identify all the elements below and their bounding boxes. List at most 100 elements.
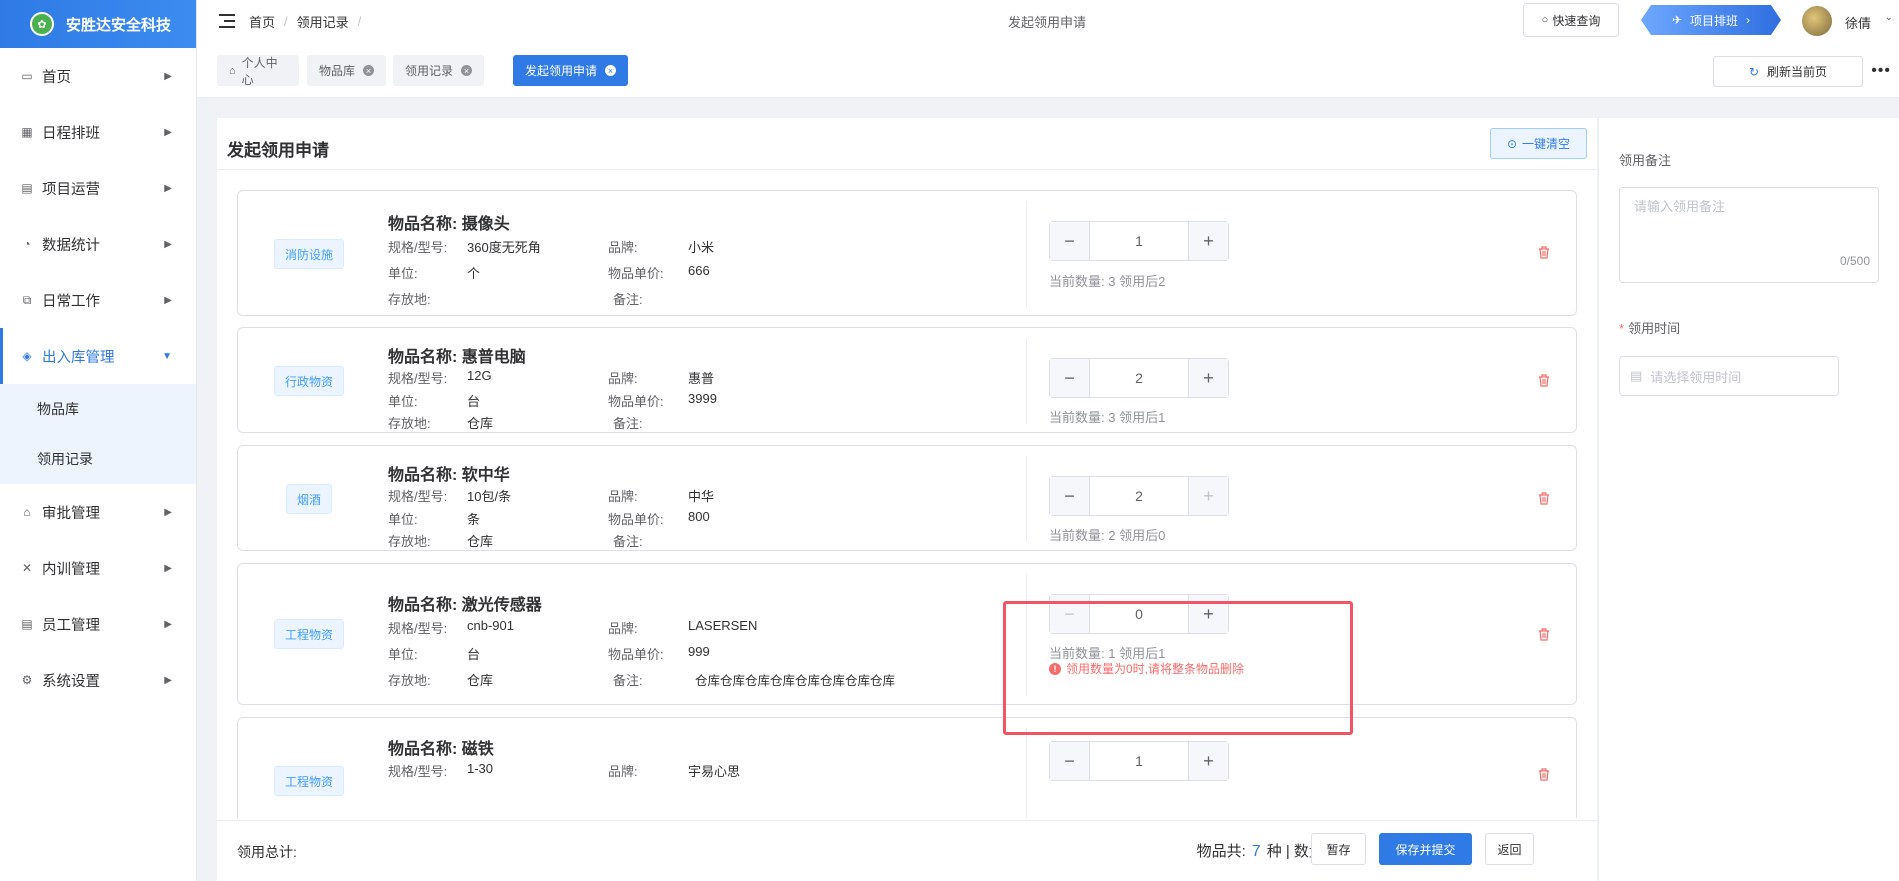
close-icon[interactable]: × bbox=[363, 65, 375, 76]
sidebar-item-label: 审批管理 bbox=[42, 505, 100, 522]
trash-icon[interactable] bbox=[1538, 628, 1550, 641]
tab-new-request[interactable]: 发起领用申请 × bbox=[513, 55, 629, 86]
increase-button[interactable]: + bbox=[1188, 359, 1228, 397]
category-tag: 工程物资 bbox=[274, 766, 344, 796]
decrease-button[interactable]: − bbox=[1050, 477, 1090, 515]
save-draft-button[interactable]: 暂存 bbox=[1311, 833, 1366, 865]
location-value: 仓库 bbox=[467, 416, 494, 431]
sidebar-item-label: 数据统计 bbox=[42, 237, 100, 254]
unit-value: 条 bbox=[467, 512, 481, 527]
project-schedule-button[interactable]: ✈ 项目排班 › bbox=[1641, 5, 1781, 35]
quantity-value[interactable]: 0 bbox=[1090, 595, 1188, 633]
caret-right-icon: ▶ bbox=[164, 294, 172, 306]
location-label: 存放地: bbox=[388, 292, 431, 307]
item-name-label: 物品名称: 磁铁 bbox=[388, 741, 494, 758]
remark-textarea[interactable]: 请输入领用备注 0/500 bbox=[1619, 187, 1879, 283]
decrease-button[interactable]: − bbox=[1050, 222, 1090, 260]
trash-icon[interactable] bbox=[1538, 492, 1550, 505]
clear-all-button[interactable]: ⊙ 一键清空 bbox=[1490, 128, 1587, 159]
calendar-icon: ▤ bbox=[1630, 368, 1643, 383]
increase-button[interactable]: + bbox=[1188, 742, 1228, 780]
request-form-card: 发起领用申请 ⊙ 一键清空 消防设施 物品名称: 摄像头 规格/型号: 360度… bbox=[217, 118, 1597, 881]
sidebar-item-label: 系统设置 bbox=[42, 673, 100, 690]
item-name-label: 物品名称: 软中华 bbox=[388, 467, 510, 484]
save-submit-button[interactable]: 保存并提交 bbox=[1379, 833, 1472, 865]
decrease-button[interactable]: − bbox=[1050, 595, 1090, 633]
warning-icon: ! bbox=[1049, 662, 1061, 675]
brand-name: 安胜达安全科技 bbox=[66, 16, 172, 34]
unit-value: 台 bbox=[467, 647, 481, 662]
unit-label: 单位: bbox=[388, 394, 418, 409]
trash-icon[interactable] bbox=[1538, 374, 1550, 387]
spec-value: 1-30 bbox=[467, 761, 494, 776]
quantity-stepper[interactable]: − 0 + bbox=[1049, 594, 1229, 634]
remark-label: 备注: bbox=[613, 673, 643, 688]
item-name: 摄像头 bbox=[461, 216, 510, 233]
close-icon[interactable]: × bbox=[605, 65, 617, 76]
user-name[interactable]: 徐倩 bbox=[1845, 13, 1871, 32]
list-item: 消防设施 物品名称: 摄像头 规格/型号: 360度无死角 品牌: 小米 单位:… bbox=[237, 190, 1577, 316]
decrease-button[interactable]: − bbox=[1050, 742, 1090, 780]
quick-search-button[interactable]: ○ 快速查询 bbox=[1523, 3, 1619, 37]
trash-icon[interactable] bbox=[1538, 246, 1550, 259]
breadcrumb-records[interactable]: 领用记录 bbox=[297, 12, 349, 31]
sidebar-item-training[interactable]: ✕ 内训管理 ▶ bbox=[0, 540, 196, 596]
sidebar-item-project-ops[interactable]: ▤ 项目运营 ▶ bbox=[0, 160, 196, 216]
price-label: 物品单价: bbox=[608, 394, 664, 409]
remark-placeholder: 请输入领用备注 bbox=[1634, 199, 1726, 214]
chevron-down-icon[interactable]: ⌄ bbox=[1885, 12, 1893, 23]
quantity-value[interactable]: 1 bbox=[1090, 222, 1188, 260]
sidebar-item-statistics[interactable]: ◔ 数据统计 ▶ bbox=[0, 216, 196, 272]
location-label: 存放地: bbox=[388, 673, 431, 688]
caret-right-icon: ▶ bbox=[164, 70, 172, 82]
quantity-stepper[interactable]: − 1 + bbox=[1049, 741, 1229, 781]
brand[interactable]: ✿ 安胜达安全科技 bbox=[0, 0, 196, 48]
tab-label: 发起领用申请 bbox=[525, 64, 598, 78]
brand-value: 中华 bbox=[688, 489, 715, 504]
sidebar-item-schedule[interactable]: ▦ 日程排班 ▶ bbox=[0, 104, 196, 160]
increase-button[interactable]: + bbox=[1188, 595, 1228, 633]
decrease-button[interactable]: − bbox=[1050, 359, 1090, 397]
sidebar-item-staff[interactable]: ▤ 员工管理 ▶ bbox=[0, 596, 196, 652]
item-name: 激光传感器 bbox=[461, 597, 542, 614]
submenu-item-records[interactable]: 领用记录 bbox=[0, 434, 196, 484]
tools-icon: ✕ bbox=[21, 561, 33, 575]
sidebar-item-daily-work[interactable]: ⧉ 日常工作 ▶ bbox=[0, 272, 196, 328]
quantity-stepper[interactable]: − 2 + bbox=[1049, 476, 1229, 516]
sidebar-item-home[interactable]: ▭ 首页 ▶ bbox=[0, 48, 196, 104]
menu-toggle-icon[interactable] bbox=[219, 14, 235, 28]
sidebar-item-settings[interactable]: ⚙ 系统设置 ▶ bbox=[0, 652, 196, 708]
sidebar-item-inventory[interactable]: ◈ 出入库管理 ▼ bbox=[0, 328, 196, 384]
stock-text: 当前数量: 3 领用后1 bbox=[1049, 410, 1166, 425]
quantity-value[interactable]: 1 bbox=[1090, 742, 1188, 780]
item-list[interactable]: 消防设施 物品名称: 摄像头 规格/型号: 360度无死角 品牌: 小米 单位:… bbox=[217, 170, 1597, 818]
tab-personal-center[interactable]: ⌂ 个人中心 bbox=[217, 55, 299, 87]
increase-button[interactable]: + bbox=[1188, 477, 1228, 515]
quantity-value[interactable]: 2 bbox=[1090, 359, 1188, 397]
submenu-item-warehouse[interactable]: 物品库 bbox=[0, 384, 196, 434]
quantity-stepper[interactable]: − 1 + bbox=[1049, 221, 1229, 261]
avatar[interactable] bbox=[1802, 6, 1832, 36]
sidebar-item-label: 出入库管理 bbox=[42, 349, 115, 366]
gear-icon: ⚙ bbox=[21, 673, 33, 687]
brand-value: 小米 bbox=[688, 240, 715, 255]
back-button[interactable]: 返回 bbox=[1485, 833, 1534, 865]
time-picker-input[interactable]: ▤ 请选择领用时间 bbox=[1619, 356, 1839, 396]
tab-warehouse[interactable]: 物品库 × bbox=[307, 55, 387, 86]
more-icon[interactable]: ••• bbox=[1871, 62, 1891, 80]
home-icon: ⌂ bbox=[229, 64, 236, 77]
quantity-stepper[interactable]: − 2 + bbox=[1049, 358, 1229, 398]
tab-records[interactable]: 领用记录 × bbox=[393, 55, 485, 86]
price-value: 999 bbox=[688, 644, 710, 659]
breadcrumb-home[interactable]: 首页 bbox=[249, 12, 275, 31]
kinds-count: 7 bbox=[1251, 843, 1261, 860]
item-name-label: 物品名称: 惠普电脑 bbox=[388, 349, 526, 366]
trash-icon[interactable] bbox=[1538, 768, 1550, 781]
remark-label: 领用备注 bbox=[1619, 153, 1672, 168]
increase-button[interactable]: + bbox=[1188, 222, 1228, 260]
quantity-value[interactable]: 2 bbox=[1090, 477, 1188, 515]
close-icon[interactable]: × bbox=[461, 65, 473, 76]
sidebar-item-approval[interactable]: ⌂ 审批管理 ▶ bbox=[0, 484, 196, 540]
location-value: 仓库 bbox=[467, 534, 494, 549]
refresh-page-button[interactable]: ↻ 刷新当前页 bbox=[1713, 56, 1863, 87]
